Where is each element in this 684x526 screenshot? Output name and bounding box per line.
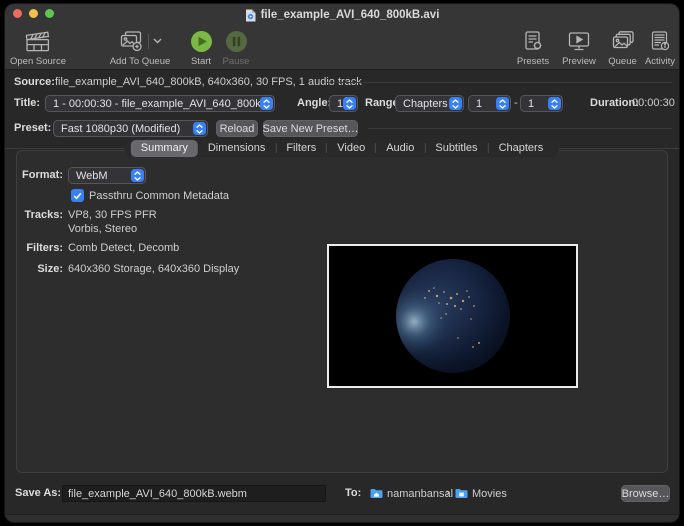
preview-icon: [567, 30, 591, 52]
add-to-queue-label: Add To Queue: [110, 57, 171, 67]
title-popup-value: 1 - 00:00:30 - file_example_AVI_640_800k…: [46, 98, 260, 110]
popup-stepper-icon: [496, 97, 509, 110]
movies-folder-icon: [455, 488, 468, 499]
open-source-label: Open Source: [10, 57, 66, 67]
angle-label: Angle:: [297, 95, 331, 112]
angle-popup[interactable]: 1: [329, 95, 358, 112]
window-footer-strip: [5, 514, 679, 522]
tracks-audio-value: Vorbis, Stereo: [68, 221, 137, 238]
range-to-popup[interactable]: 1: [520, 95, 563, 112]
start-button[interactable]: Start: [186, 29, 216, 67]
destination-home-folder[interactable]: namanbansal: [370, 485, 453, 502]
start-label: Start: [191, 57, 211, 67]
queue-label: Queue: [608, 57, 637, 67]
popup-stepper-icon: [343, 97, 356, 110]
screenshot-stage: file_example_AVI_640_800kB.avi Open Sour…: [0, 0, 684, 526]
source-separator-line: [327, 82, 672, 83]
range-from-popup[interactable]: 1: [468, 95, 511, 112]
range-type-popup[interactable]: Chapters: [395, 95, 464, 112]
window-title: file_example_AVI_640_800kB.avi: [261, 9, 440, 21]
home-folder-icon: [370, 488, 383, 499]
activity-button[interactable]: Activity: [642, 29, 678, 67]
duration-value: 00:00:30: [632, 95, 675, 112]
tab-filters[interactable]: Filters: [276, 140, 326, 157]
filters-label: Filters:: [17, 240, 63, 257]
range-type-value: Chapters: [396, 98, 449, 110]
range-to-value: 1: [521, 98, 548, 110]
add-to-queue-icon: [118, 30, 144, 52]
size-value: 640x360 Storage, 640x360 Display: [68, 261, 239, 278]
format-popup-value: WebM: [69, 170, 131, 182]
destination-movies-folder[interactable]: Movies: [455, 485, 507, 502]
video-preview-image: [327, 244, 578, 388]
browse-button[interactable]: Browse…: [621, 485, 670, 502]
popup-stepper-icon: [260, 97, 273, 110]
tab-audio[interactable]: Audio: [376, 140, 424, 157]
home-folder-name: namanbansal: [387, 488, 453, 500]
range-from-value: 1: [469, 98, 496, 110]
tab-chapters[interactable]: Chapters: [489, 140, 554, 157]
summary-panel: Format: WebM Passthru Common Metadata Tr…: [16, 150, 668, 473]
chevron-down-icon[interactable]: [153, 38, 162, 44]
earth-at-night-image: [329, 246, 576, 386]
toolbar-divider: [148, 34, 149, 49]
passthru-metadata-label: Passthru Common Metadata: [89, 190, 229, 202]
popup-stepper-icon: [449, 97, 462, 110]
source-value: file_example_AVI_640_800kB, 640x360, 30 …: [55, 74, 362, 91]
pause-icon: [225, 30, 248, 53]
start-play-icon: [190, 30, 213, 53]
activity-label: Activity: [645, 57, 675, 67]
toolbar: Open Source A: [5, 26, 679, 70]
handbrake-window: file_example_AVI_640_800kB.avi Open Sour…: [5, 4, 679, 522]
preset-label: Preset:: [14, 120, 51, 137]
queue-icon: [611, 30, 635, 52]
format-popup[interactable]: WebM: [68, 167, 146, 184]
passthru-metadata-checkbox-row[interactable]: Passthru Common Metadata: [71, 189, 229, 202]
presets-button[interactable]: Presets: [513, 29, 553, 67]
document-proxy-icon: [245, 9, 256, 22]
open-source-button[interactable]: Open Source: [7, 29, 69, 67]
save-as-input[interactable]: [62, 485, 326, 502]
preview-label: Preview: [562, 57, 596, 67]
path-separator: ›: [446, 485, 450, 502]
reload-button[interactable]: Reload: [216, 120, 258, 137]
angle-popup-value: 1: [330, 98, 343, 110]
popup-stepper-icon: [193, 122, 206, 135]
titlebar: file_example_AVI_640_800kB.avi: [5, 4, 679, 26]
clapperboard-icon: [25, 30, 51, 53]
tab-video[interactable]: Video: [327, 140, 375, 157]
pause-button: Pause: [220, 29, 252, 67]
preset-separator-line: [368, 128, 672, 129]
size-label: Size:: [17, 261, 63, 278]
format-label: Format:: [17, 167, 63, 184]
preview-button[interactable]: Preview: [559, 29, 599, 67]
to-label: To:: [345, 485, 361, 502]
tab-summary[interactable]: Summary: [131, 140, 198, 157]
save-as-label: Save As:: [15, 485, 61, 502]
preset-popup[interactable]: Fast 1080p30 (Modified): [53, 120, 208, 137]
add-to-queue-button[interactable]: Add To Queue: [99, 29, 181, 67]
popup-stepper-icon: [131, 169, 144, 182]
range-separator: -: [514, 95, 518, 112]
popup-stepper-icon: [548, 97, 561, 110]
title-label: Title:: [14, 95, 40, 112]
window-title-area: file_example_AVI_640_800kB.avi: [5, 4, 679, 26]
title-popup[interactable]: 1 - 00:00:30 - file_example_AVI_640_800k…: [45, 95, 275, 112]
presets-icon: [522, 30, 544, 52]
tracks-label: Tracks:: [17, 207, 63, 224]
activity-icon: [649, 30, 671, 52]
tab-subtitles[interactable]: Subtitles: [425, 140, 487, 157]
source-label: Source:: [14, 74, 55, 91]
checkbox-checked-icon[interactable]: [71, 189, 84, 202]
tab-bar: Summary Dimensions Filters Video Audio S…: [125, 139, 559, 157]
save-new-preset-button[interactable]: Save New Preset…: [263, 120, 358, 137]
tab-dimensions[interactable]: Dimensions: [198, 140, 275, 157]
filters-value: Comb Detect, Decomb: [68, 240, 179, 257]
movies-folder-name: Movies: [472, 488, 507, 500]
presets-label: Presets: [517, 57, 549, 67]
pause-label: Pause: [223, 57, 250, 67]
preset-popup-value: Fast 1080p30 (Modified): [54, 123, 193, 135]
queue-button[interactable]: Queue: [606, 29, 639, 67]
